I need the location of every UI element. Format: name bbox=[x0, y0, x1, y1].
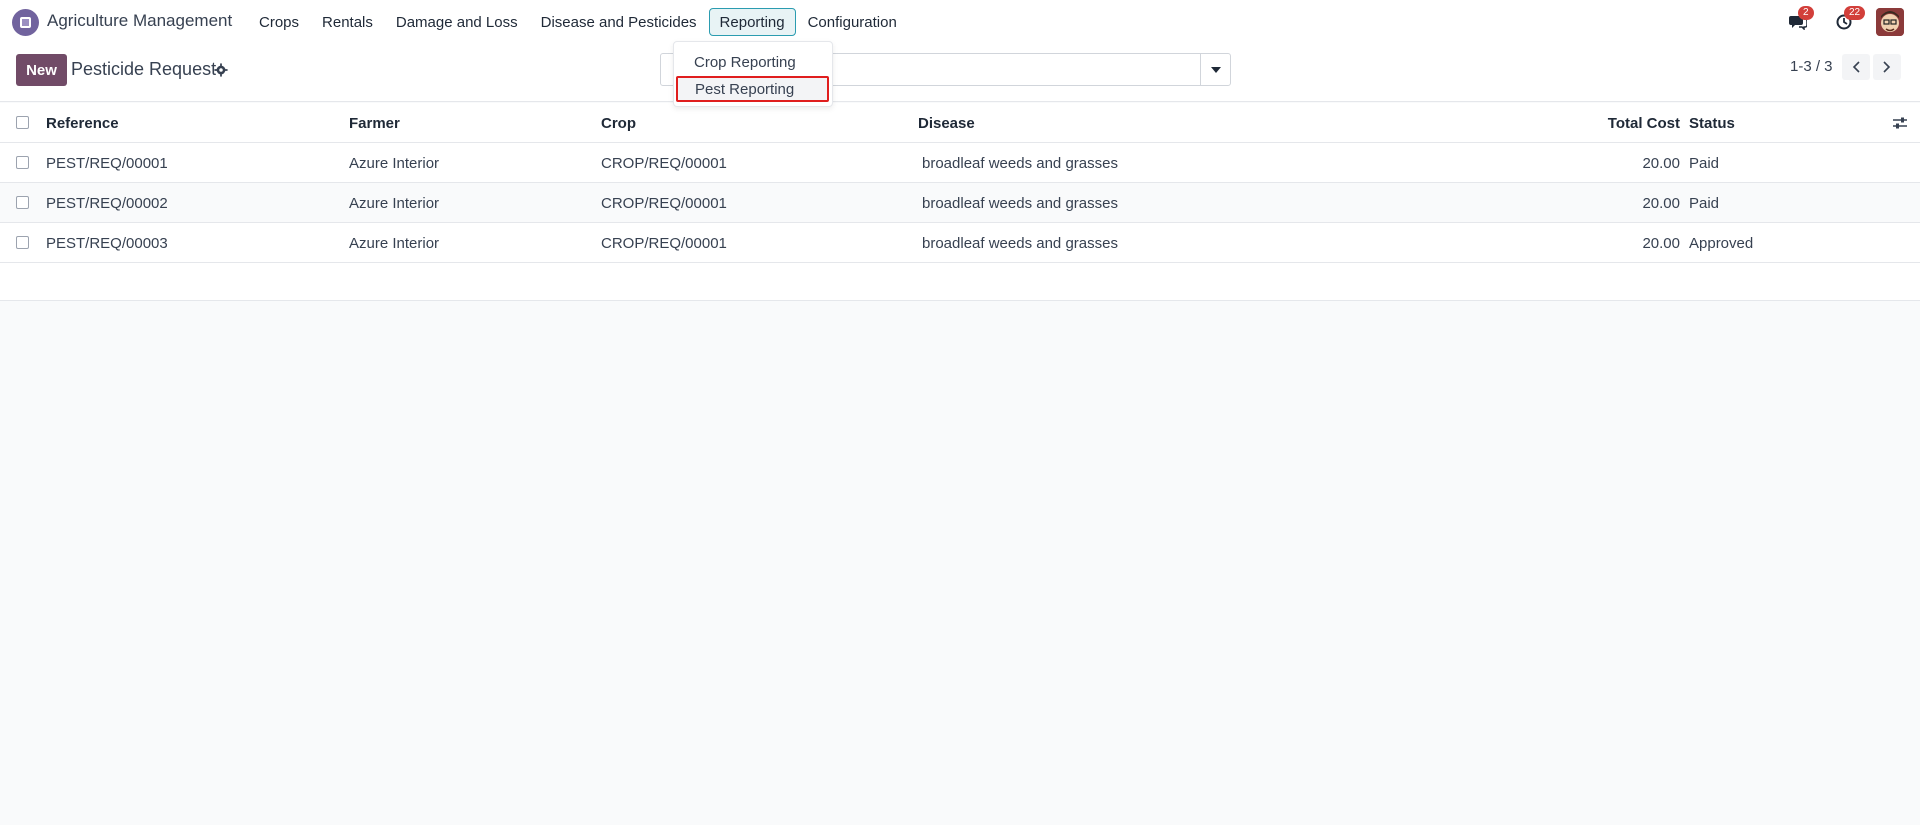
header-farmer[interactable]: Farmer bbox=[349, 115, 400, 132]
column-settings-icon[interactable] bbox=[1892, 115, 1908, 131]
cell-status: Approved bbox=[1689, 235, 1754, 252]
row-checkbox[interactable] bbox=[16, 196, 29, 209]
chevron-right-icon bbox=[1883, 61, 1891, 73]
menu-disease-and-pesticides[interactable]: Disease and Pesticides bbox=[530, 8, 708, 36]
pager-next-button[interactable] bbox=[1873, 54, 1901, 80]
search-options-toggle[interactable] bbox=[1200, 54, 1230, 85]
table-header: Reference Farmer Crop Disease Total Cost… bbox=[0, 103, 1920, 143]
menu-damage-and-loss[interactable]: Damage and Loss bbox=[385, 8, 529, 36]
list-table: Reference Farmer Crop Disease Total Cost… bbox=[0, 103, 1920, 301]
top-navbar: Agriculture Management Crops Rentals Dam… bbox=[0, 0, 1920, 44]
pager-previous-button[interactable] bbox=[1842, 54, 1870, 80]
menu-reporting[interactable]: Reporting bbox=[708, 8, 796, 36]
user-avatar[interactable] bbox=[1876, 8, 1904, 36]
messages-button[interactable]: 2 bbox=[1784, 6, 1814, 36]
cell-reference: PEST/REQ/00001 bbox=[46, 155, 168, 172]
chevron-left-icon bbox=[1852, 61, 1860, 73]
cell-disease: broadleaf weeds and grasses bbox=[922, 155, 1118, 172]
cell-farmer: Azure Interior bbox=[349, 195, 440, 212]
messages-badge: 2 bbox=[1798, 6, 1814, 20]
header-reference[interactable]: Reference bbox=[46, 115, 119, 132]
cell-farmer: Azure Interior bbox=[349, 155, 440, 172]
header-status[interactable]: Status bbox=[1689, 115, 1735, 132]
menu-rentals[interactable]: Rentals bbox=[311, 8, 384, 36]
cell-status: Paid bbox=[1689, 195, 1720, 212]
caret-down-icon bbox=[1210, 66, 1221, 73]
menu-pest-reporting[interactable]: Pest Reporting bbox=[676, 76, 829, 102]
activities-badge: 22 bbox=[1844, 6, 1866, 20]
table-row[interactable]: PEST/REQ/00001 Azure Interior CROP/REQ/0… bbox=[0, 143, 1920, 183]
table-row[interactable]: PEST/REQ/00003 Azure Interior CROP/REQ/0… bbox=[0, 223, 1920, 263]
menu-configuration[interactable]: Configuration bbox=[797, 8, 908, 36]
activities-button[interactable]: 22 bbox=[1830, 6, 1866, 36]
cell-total-cost: 20.00 bbox=[1642, 155, 1680, 172]
main-menu: Crops Rentals Damage and Loss Disease an… bbox=[248, 8, 909, 36]
reporting-dropdown: Crop Reporting Pest Reporting bbox=[673, 41, 833, 107]
control-panel: New Pesticide Request 1-3 / 3 bbox=[0, 44, 1920, 102]
header-crop[interactable]: Crop bbox=[601, 115, 636, 132]
cell-farmer: Azure Interior bbox=[349, 235, 440, 252]
cell-crop: CROP/REQ/00001 bbox=[601, 235, 727, 252]
new-button[interactable]: New bbox=[16, 54, 67, 86]
cell-disease: broadleaf weeds and grasses bbox=[922, 195, 1118, 212]
empty-row bbox=[0, 263, 1920, 301]
app-name[interactable]: Agriculture Management bbox=[47, 11, 232, 31]
app-logo-icon[interactable] bbox=[12, 9, 39, 36]
cell-reference: PEST/REQ/00002 bbox=[46, 195, 168, 212]
cell-crop: CROP/REQ/00001 bbox=[601, 195, 727, 212]
gear-icon[interactable] bbox=[214, 63, 228, 77]
cell-reference: PEST/REQ/00003 bbox=[46, 235, 168, 252]
systray: 2 22 bbox=[1784, 6, 1904, 36]
cell-total-cost: 20.00 bbox=[1642, 195, 1680, 212]
row-checkbox[interactable] bbox=[16, 236, 29, 249]
cell-total-cost: 20.00 bbox=[1642, 235, 1680, 252]
pager-value[interactable]: 1-3 / 3 bbox=[1790, 58, 1833, 75]
cell-crop: CROP/REQ/00001 bbox=[601, 155, 727, 172]
menu-crop-reporting[interactable]: Crop Reporting bbox=[674, 49, 832, 75]
avatar-face-icon bbox=[1876, 8, 1904, 36]
header-total-cost[interactable]: Total Cost bbox=[1600, 115, 1680, 132]
menu-crops[interactable]: Crops bbox=[248, 8, 310, 36]
table-row[interactable]: PEST/REQ/00002 Azure Interior CROP/REQ/0… bbox=[0, 183, 1920, 223]
row-checkbox[interactable] bbox=[16, 156, 29, 169]
header-disease[interactable]: Disease bbox=[918, 115, 975, 132]
select-all-checkbox[interactable] bbox=[16, 116, 29, 129]
page-title: Pesticide Request bbox=[71, 59, 217, 79]
cell-disease: broadleaf weeds and grasses bbox=[922, 235, 1118, 252]
cell-status: Paid bbox=[1689, 155, 1720, 172]
